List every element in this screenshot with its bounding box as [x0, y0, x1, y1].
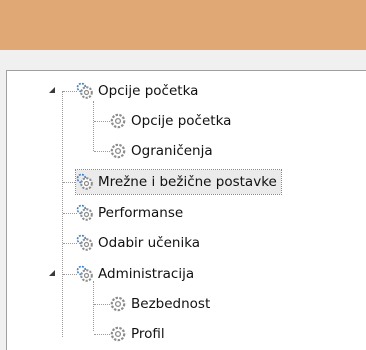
tree-connector: [94, 334, 110, 335]
tree-item-label: Bezbednost: [131, 296, 211, 312]
tree-item-label: Administracija: [98, 266, 195, 282]
tree-connector: [94, 121, 110, 122]
gear-group-icon: [76, 82, 93, 99]
collapse-arrow-icon[interactable]: [48, 269, 56, 277]
gear-icon: [110, 296, 126, 312]
tree-item-profil[interactable]: Profil: [109, 322, 165, 346]
tree-item-performanse[interactable]: Performanse: [76, 201, 183, 225]
tree-item-ogranicenja[interactable]: Ograničenja: [109, 139, 213, 163]
tree-connector: [93, 281, 94, 331]
tree-connector: [63, 274, 77, 275]
tree-item-label: Ograničenja: [131, 143, 213, 159]
tree-item-label: Opcije početka: [131, 113, 232, 129]
tree-item-bezbednost[interactable]: Bezbednost: [109, 292, 210, 316]
window-titlebar: [0, 0, 366, 50]
tree-connector: [63, 91, 77, 92]
gear-group-icon: [76, 265, 93, 282]
gear-group-icon: [76, 234, 93, 251]
gear-icon: [110, 326, 126, 342]
collapse-arrow-icon[interactable]: [48, 86, 56, 94]
tree-panel: Opcije početka Opcije početka Ograničenj…: [6, 70, 366, 350]
tree-connector: [94, 151, 110, 152]
tree-item-label: Performanse: [98, 205, 184, 221]
gear-group-icon: [76, 204, 93, 221]
tree-item-opcije-pocetka[interactable]: Opcije početka: [76, 79, 198, 103]
gear-icon: [110, 113, 126, 129]
tree-item-mrezne-bezicne-postavke[interactable]: Mrežne i bežične postavke: [75, 169, 282, 195]
gear-icon: [110, 143, 126, 159]
settings-tree: Opcije početka Opcije početka Ograničenj…: [7, 71, 366, 350]
tree-item-label: Odabir učenika: [98, 235, 201, 251]
tree-item-label: Profil: [131, 326, 165, 342]
tree-connector: [63, 182, 77, 183]
tree-item-odabir-ucenika[interactable]: Odabir učenika: [76, 231, 200, 255]
gear-group-icon: [76, 173, 93, 190]
tree-item-label: Opcije početka: [98, 83, 199, 99]
tree-connector: [63, 243, 77, 244]
tree-connector: [63, 213, 77, 214]
tree-connector: [62, 91, 63, 337]
window-frame: Opcije početka Opcije početka Ograničenj…: [0, 50, 366, 350]
tree-item-opcije-pocetka-child[interactable]: Opcije početka: [109, 109, 231, 133]
tree-item-administracija[interactable]: Administracija: [76, 262, 194, 286]
tree-item-label: Mrežne i bežične postavke: [98, 174, 277, 190]
tree-connector: [93, 101, 94, 151]
tree-connector: [94, 304, 110, 305]
